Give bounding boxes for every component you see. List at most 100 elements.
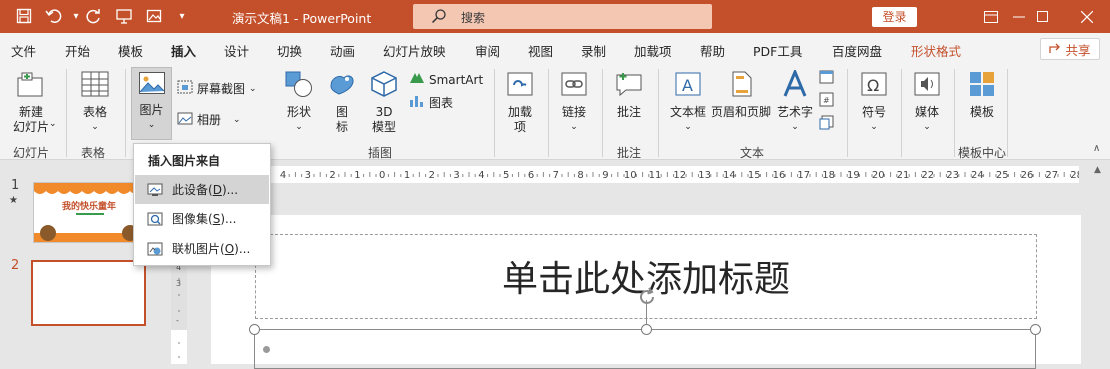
table-button[interactable]: 表格 ⌄ <box>75 70 115 135</box>
undo-dropdown-icon[interactable]: ▾ <box>66 6 86 26</box>
slide-1-thumbnail[interactable]: 我的快乐童年 <box>33 182 145 243</box>
tab-review[interactable]: 审阅 <box>475 41 500 60</box>
tab-slideshow[interactable]: 幻灯片放映 <box>383 41 446 60</box>
redo-icon[interactable] <box>84 6 104 26</box>
ruler-label: 7 <box>553 170 559 181</box>
ruler-label: 1 <box>404 170 410 181</box>
chart-button[interactable]: 图表 <box>409 94 453 111</box>
tab-transitions[interactable]: 切换 <box>277 41 302 60</box>
collapse-ribbon-icon[interactable]: ∧ <box>1093 143 1100 154</box>
tab-baidu-netdisk[interactable]: 百度网盘 <box>832 41 882 60</box>
this-device-icon <box>147 183 163 197</box>
tab-addins[interactable]: 加载项 <box>634 41 672 60</box>
tab-file[interactable]: 文件 <box>11 41 36 60</box>
icons-icon <box>327 70 357 102</box>
ruler-label: 24 <box>971 170 984 181</box>
group-tables-label: 表格 <box>81 146 106 160</box>
wordart-button[interactable]: 艺术字 ⌄ <box>776 68 814 135</box>
search-placeholder: 搜索 <box>461 11 486 25</box>
close-icon[interactable] <box>1064 0 1110 33</box>
tab-animations[interactable]: 动画 <box>330 41 355 60</box>
shapes-icon <box>281 70 317 102</box>
icons-button[interactable]: 图 标 <box>327 70 357 135</box>
resize-handle-top-right[interactable] <box>1030 324 1041 335</box>
search-box[interactable]: 搜索 <box>413 4 712 29</box>
icons-label-2: 标 <box>335 120 348 134</box>
3d-model-button[interactable]: 3D 模型 <box>366 70 402 135</box>
menu-item-online-pictures[interactable]: 联机图片(O)... <box>135 234 269 263</box>
smartart-button[interactable]: SmartArt <box>409 71 483 88</box>
symbol-button[interactable]: Ω 符号 ⌄ <box>856 70 892 135</box>
addins-icon <box>502 70 538 102</box>
tab-design[interactable]: 设计 <box>224 41 249 60</box>
tab-help[interactable]: 帮助 <box>700 41 725 60</box>
tab-view[interactable]: 视图 <box>528 41 553 60</box>
customize-toolbar-icon[interactable]: ▾ <box>172 6 192 26</box>
scroll-up-icon[interactable]: ▲ <box>1094 165 1101 175</box>
ruler-label: 15 <box>748 170 761 181</box>
link-button[interactable]: 链接 ⌄ <box>556 70 592 135</box>
addins-label-1: 加载 <box>507 105 532 119</box>
textbox-label: 文本框 <box>669 105 706 119</box>
stock-images-accesskey: S <box>212 211 221 226</box>
ruler-label: 2 <box>329 170 335 181</box>
header-footer-button[interactable]: 页眉和页脚 <box>710 70 772 120</box>
login-button[interactable]: 登录 <box>872 7 917 27</box>
tab-insert[interactable]: 插入 <box>171 41 197 66</box>
resize-handle-top-center[interactable] <box>641 324 652 335</box>
slide-2-thumbnail[interactable] <box>31 260 146 326</box>
slide-1-thumbnail-title: 我的快乐童年 <box>62 202 117 212</box>
menu-item-stock-images[interactable]: 图像集(S)... <box>135 204 269 233</box>
comment-button[interactable]: 批注 <box>610 70 648 120</box>
menu-item-this-device[interactable]: 此设备(D)... <box>135 175 269 204</box>
present-icon[interactable] <box>114 6 134 26</box>
template-button[interactable]: 模板 <box>964 70 1000 120</box>
shapes-button[interactable]: 形状 ⌄ <box>281 70 317 135</box>
smartart-icon <box>409 71 425 88</box>
vertical-scrollbar[interactable] <box>1088 161 1110 364</box>
object-icon[interactable] <box>819 115 834 130</box>
tab-home[interactable]: 开始 <box>65 41 90 60</box>
photo-album-button[interactable]: 相册 ⌄ <box>177 111 241 128</box>
comment-label: 批注 <box>616 105 641 119</box>
this-device-label-pre: 此设备( <box>172 183 213 197</box>
save-icon[interactable] <box>14 6 34 26</box>
separator <box>548 69 549 157</box>
new-slide-dropdown-icon[interactable]: ⌄ <box>49 119 57 129</box>
new-slide-button[interactable]: 新建 幻灯片 <box>7 70 55 135</box>
media-button[interactable]: 媒体 ⌄ <box>909 70 945 135</box>
table-dropdown-icon: ⌄ <box>91 122 99 132</box>
picture-button[interactable]: 图片 ⌄ <box>131 70 172 133</box>
chart-icon <box>409 94 425 111</box>
stock-images-label-post: )... <box>220 211 237 226</box>
link-icon <box>556 70 592 102</box>
rotate-handle-icon[interactable] <box>636 286 658 311</box>
photo-album-icon <box>177 111 193 128</box>
resize-handle-top-left[interactable] <box>249 324 260 335</box>
tab-shape-format[interactable]: 形状格式 <box>911 41 961 60</box>
ruler-label: 26 <box>1021 170 1034 181</box>
picture-quick-icon[interactable] <box>144 6 164 26</box>
screenshot-button[interactable]: 屏幕截图 ⌄ <box>177 80 257 97</box>
addins-button[interactable]: 加载 项 <box>502 70 538 135</box>
separator <box>901 69 902 157</box>
undo-icon[interactable] <box>44 6 64 26</box>
share-button[interactable]: 共享 <box>1040 38 1100 60</box>
tab-pdf-tools[interactable]: PDF工具 <box>753 41 802 60</box>
content-placeholder[interactable] <box>254 329 1036 369</box>
textbox-button[interactable]: A 文本框 ⌄ <box>667 70 709 135</box>
ruler-label: 2 <box>429 170 435 181</box>
ribbon-tabs: 文件 开始 模板 插入 设计 切换 动画 幻灯片放映 审阅 视图 录制 加载项 … <box>0 33 1110 66</box>
ruler-label: 3 <box>305 170 311 181</box>
tab-record[interactable]: 录制 <box>581 41 606 60</box>
slide-number-icon[interactable]: # <box>819 92 834 107</box>
tab-template[interactable]: 模板 <box>118 41 143 60</box>
this-device-accesskey: D <box>212 182 222 197</box>
3d-model-label-1: 3D <box>375 105 393 119</box>
date-time-icon[interactable] <box>819 69 834 84</box>
maximize-icon[interactable] <box>1019 0 1065 33</box>
stock-images-label-pre: 图像集( <box>172 212 213 226</box>
search-icon <box>431 8 447 27</box>
template-icon <box>964 70 1000 102</box>
screenshot-icon <box>177 80 193 97</box>
